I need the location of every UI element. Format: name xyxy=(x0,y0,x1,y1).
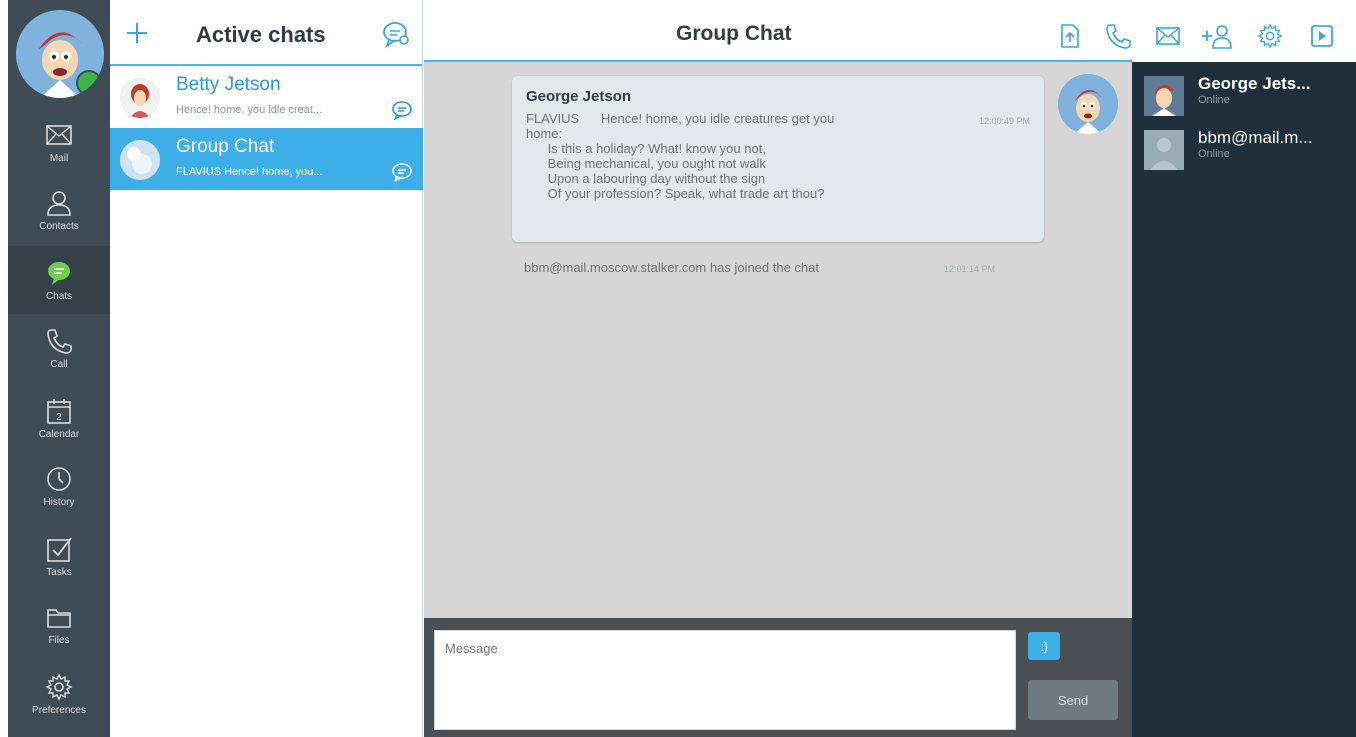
share-file-button[interactable] xyxy=(1056,22,1084,50)
message-composer: :) Send xyxy=(424,618,1132,737)
chats-icon xyxy=(48,262,70,285)
phone-icon xyxy=(1106,24,1131,49)
message-sender: George Jetson xyxy=(526,88,632,105)
conversation-header: Group Chat xyxy=(424,0,1132,62)
nav-label: Chats xyxy=(45,291,73,302)
chat-settings-button[interactable] xyxy=(1256,22,1284,50)
chat-name: Betty Jetson xyxy=(176,74,281,95)
add-user-icon xyxy=(1202,25,1232,49)
chats-panel: Active chats Betty Jetson Hence! home, y… xyxy=(110,0,423,737)
chat-name: Group Chat xyxy=(176,136,275,157)
nav-label: Files xyxy=(48,635,70,646)
message-input[interactable] xyxy=(434,630,1016,730)
group-avatar-illustration xyxy=(120,140,160,180)
mail-icon xyxy=(46,125,72,145)
chat-preview: Hence! home, you idle creat... xyxy=(176,104,323,116)
send-button[interactable]: Send xyxy=(1028,680,1118,720)
contact-avatar xyxy=(120,78,160,118)
participant-name: George Jets... xyxy=(1198,74,1311,93)
conversation-title: Group Chat xyxy=(676,22,792,45)
conversation-panel: Group Chat George Jetson FLAVIUS Hence! … xyxy=(424,0,1132,737)
nav-files[interactable]: Files xyxy=(8,590,110,658)
default-avatar-icon xyxy=(1144,130,1184,170)
message-text: FLAVIUS Hence! home, you idle creatures … xyxy=(526,111,835,201)
nav-label: Contacts xyxy=(39,221,79,232)
gear-icon xyxy=(45,673,73,701)
participants-panel: George Jets... Online bbm@mail.m... Onli… xyxy=(1132,62,1356,737)
nav-chats[interactable]: Chats xyxy=(8,246,110,314)
nav-preferences[interactable]: Preferences xyxy=(8,660,110,728)
chat-item-group-chat[interactable]: Group Chat FLAVIUS Hence! home, you... xyxy=(110,128,423,190)
nav-mail[interactable]: Mail xyxy=(8,108,110,176)
chats-header: Active chats xyxy=(110,0,422,66)
play-panel-icon xyxy=(1311,25,1333,47)
folder-icon xyxy=(47,609,71,628)
phone-icon xyxy=(47,329,72,354)
plus-icon xyxy=(127,23,147,43)
participant-status: Online xyxy=(1198,148,1230,160)
nav-label: Call xyxy=(50,359,68,370)
add-participant-button[interactable] xyxy=(1200,22,1232,50)
participant-status: Online xyxy=(1198,94,1230,106)
george-avatar-illustration xyxy=(1144,76,1184,116)
nav-label: Tasks xyxy=(46,567,72,578)
nav-label: Mail xyxy=(49,153,69,164)
system-message-time: 12:01:14 PM xyxy=(944,264,996,274)
george-avatar-illustration xyxy=(1058,74,1118,134)
chat-options-button[interactable] xyxy=(382,20,410,49)
clock-icon xyxy=(47,467,71,491)
nav-label: Calendar xyxy=(38,429,80,440)
chat-bubble-icon xyxy=(392,101,412,120)
nav-tasks[interactable]: Tasks xyxy=(8,522,110,590)
system-message: bbm@mail.moscow.stalker.com has joined t… xyxy=(524,260,819,275)
participant-avatar xyxy=(1144,76,1184,116)
betty-avatar-illustration xyxy=(120,78,160,118)
participant-row[interactable]: bbm@mail.m... Online xyxy=(1132,122,1356,172)
mail-icon xyxy=(1156,27,1180,45)
left-nav: Mail Contacts Chats Call 2 Calendar Hist… xyxy=(8,0,110,737)
gear-icon xyxy=(1257,23,1283,49)
message-card: George Jetson FLAVIUS Hence! home, you i… xyxy=(512,76,1044,242)
user-avatar[interactable] xyxy=(16,10,104,98)
upload-file-icon xyxy=(1061,24,1079,48)
nav-label: History xyxy=(43,497,75,508)
nav-calendar[interactable]: 2 Calendar xyxy=(8,384,110,452)
message-time: 12:00:49 PM xyxy=(978,116,1030,126)
nav-history[interactable]: History xyxy=(8,452,110,520)
participant-name: bbm@mail.m... xyxy=(1198,128,1313,147)
nav-contacts[interactable]: Contacts xyxy=(8,176,110,244)
toggle-panel-button[interactable] xyxy=(1308,22,1336,50)
emoji-button[interactable]: :) xyxy=(1028,632,1060,660)
chat-item-betty-jetson[interactable]: Betty Jetson Hence! home, you idle creat… xyxy=(110,66,423,128)
chat-preview: FLAVIUS Hence! home, you... xyxy=(176,166,323,178)
sender-avatar xyxy=(1058,74,1118,134)
participant-row[interactable]: George Jets... Online xyxy=(1132,68,1356,118)
email-button[interactable] xyxy=(1154,22,1182,50)
group-avatar xyxy=(120,140,160,180)
nav-call[interactable]: Call xyxy=(8,314,110,382)
online-status-dot xyxy=(76,70,102,96)
chat-bubble-icon xyxy=(383,22,409,49)
chats-title: Active chats xyxy=(196,22,326,47)
checkbox-icon xyxy=(47,537,72,562)
calendar-day-number: 2 xyxy=(56,412,62,423)
chat-bubble-icon xyxy=(392,163,412,182)
new-chat-button[interactable] xyxy=(124,20,150,46)
contacts-icon xyxy=(47,191,71,216)
calendar-icon: 2 xyxy=(47,399,71,424)
app-window: Mail Contacts Chats Call 2 Calendar Hist… xyxy=(0,0,1356,737)
nav-label: Preferences xyxy=(32,705,86,716)
participant-avatar xyxy=(1144,130,1184,170)
call-button[interactable] xyxy=(1104,22,1132,50)
